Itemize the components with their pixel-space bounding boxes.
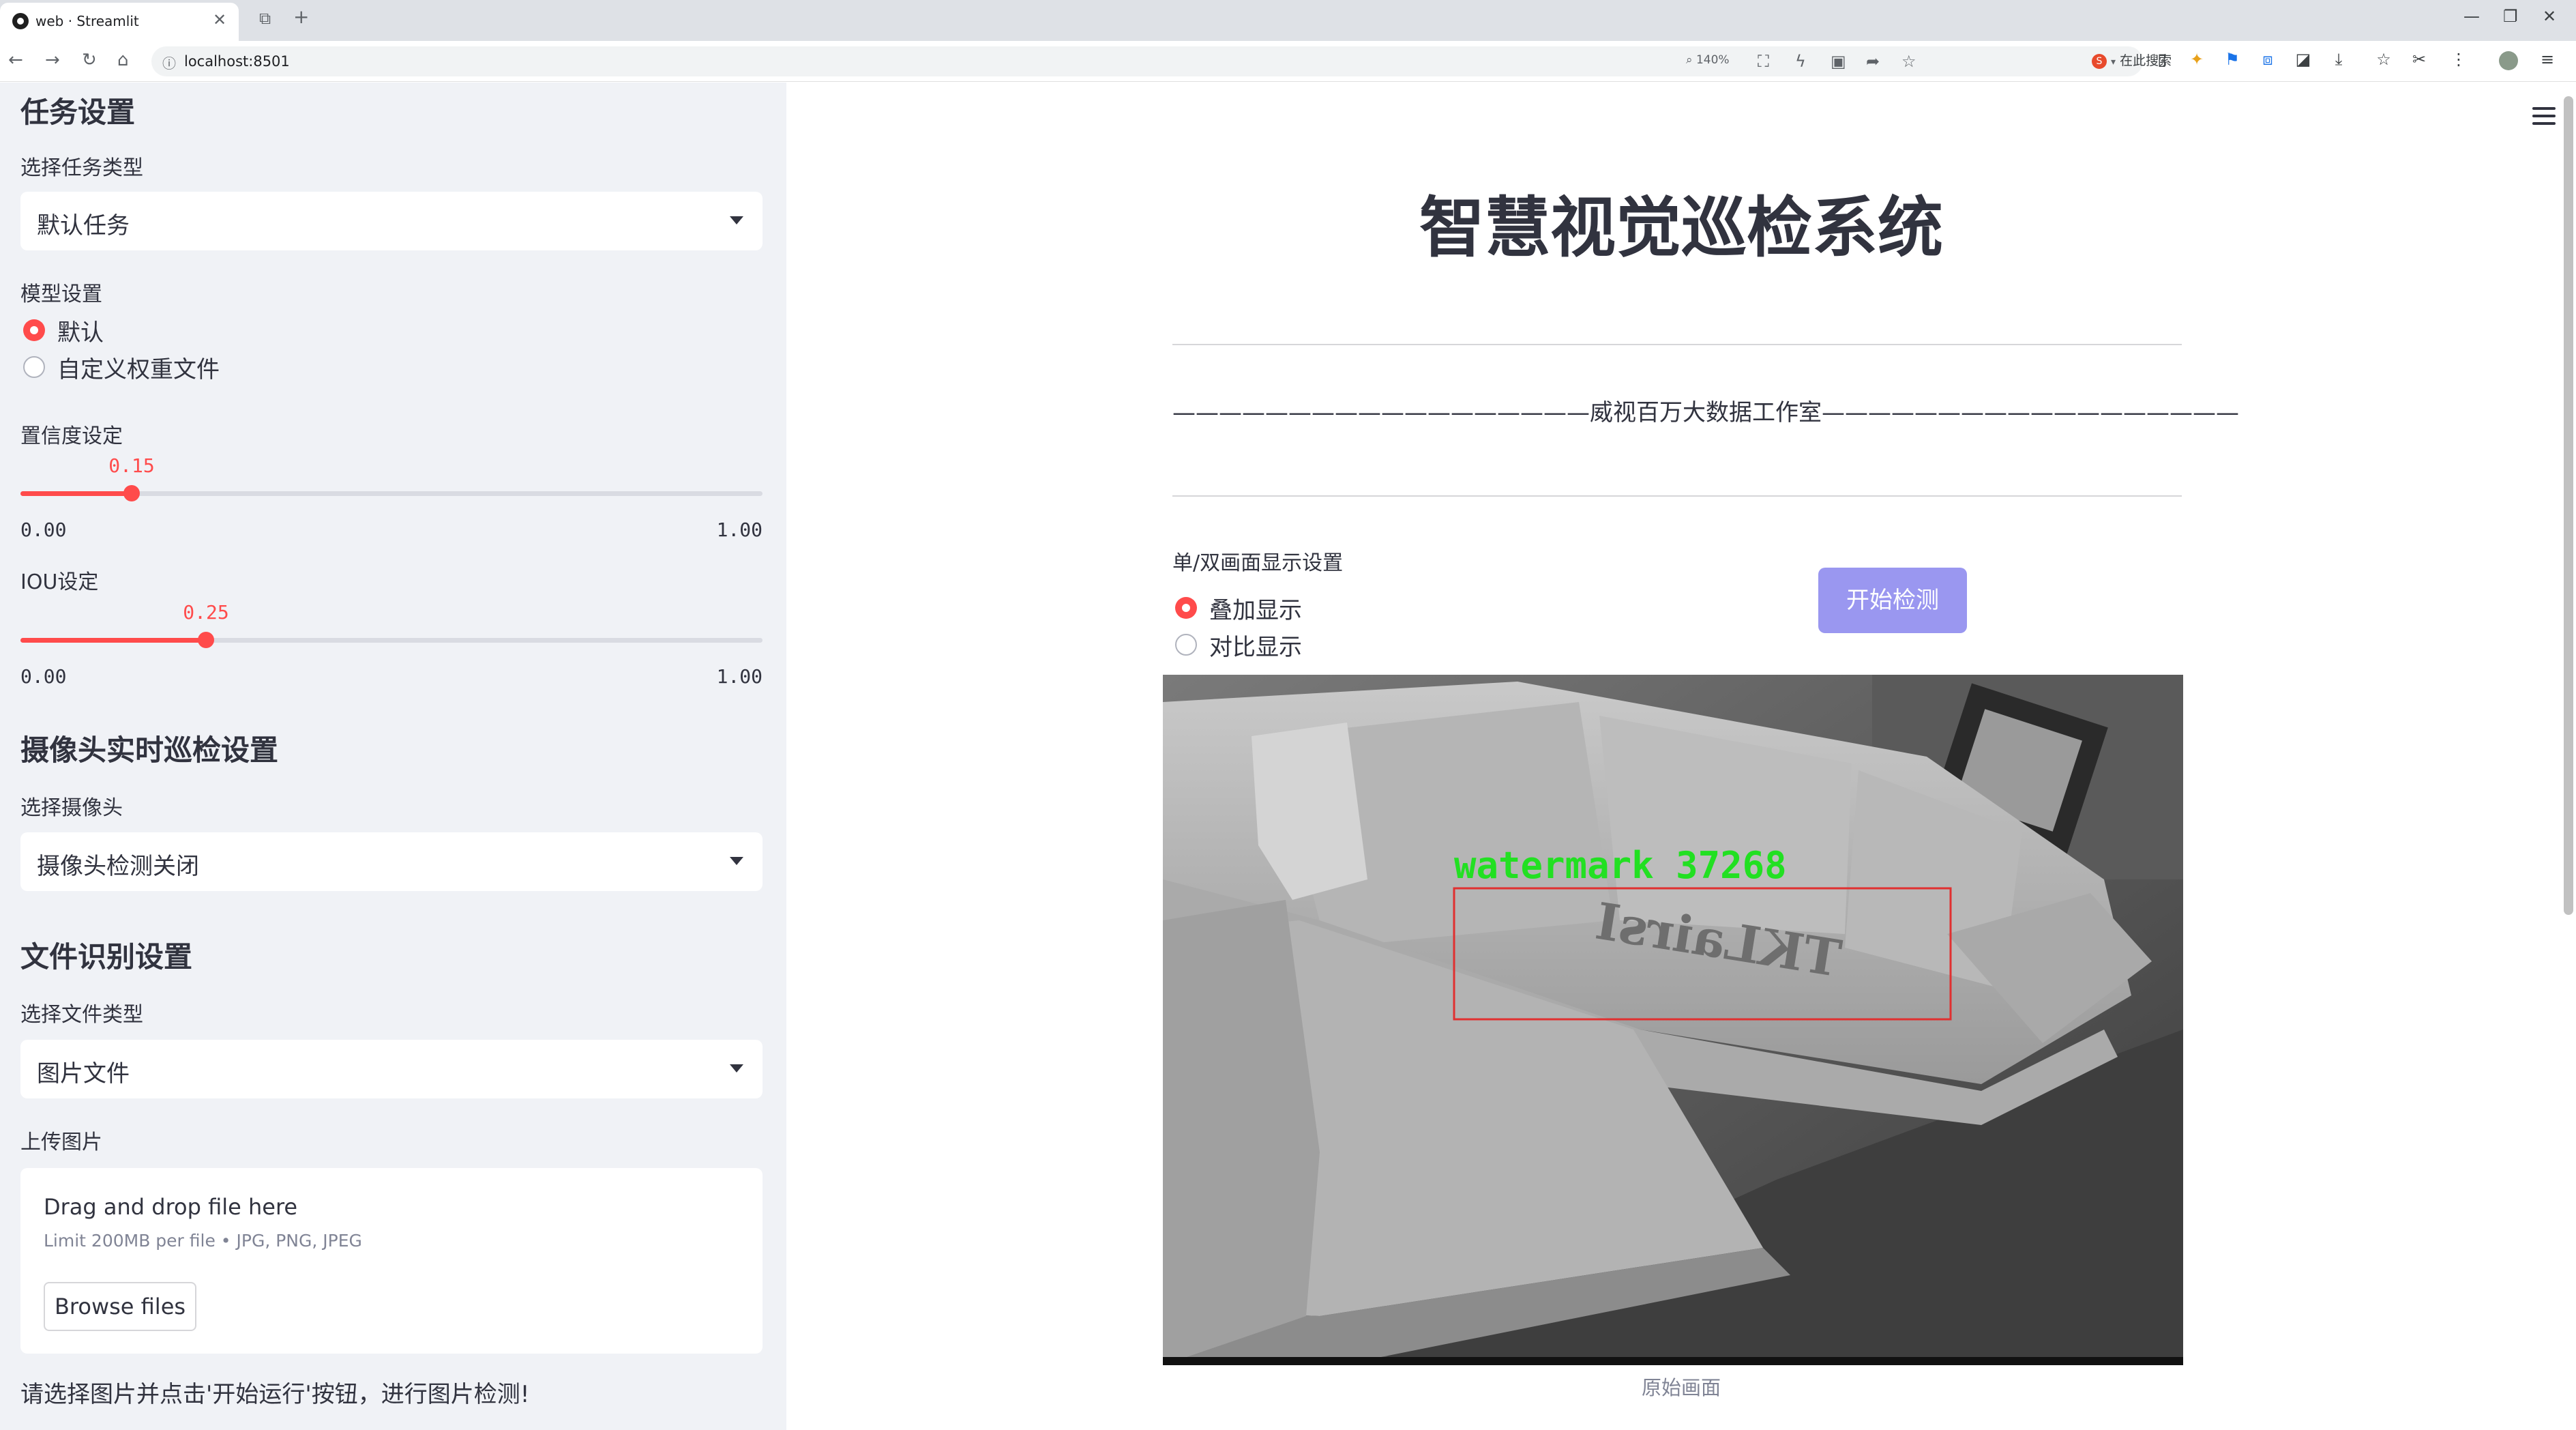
tab-search-icon[interactable]: ⧉ — [259, 9, 271, 28]
display-option-compare[interactable]: 对比显示 — [1175, 630, 1302, 661]
image-caption: 原始画面 — [1641, 1376, 1721, 1399]
reading-mode-icon[interactable]: ▯ — [2152, 50, 2172, 70]
tab-title: web · Streamlit — [35, 13, 139, 29]
home-icon[interactable]: ⌂ — [117, 50, 129, 70]
bookmark-star-icon[interactable]: ☆ — [1901, 52, 1916, 71]
chevron-down-icon — [730, 857, 743, 865]
slider-max: 1.00 — [716, 519, 763, 541]
model-option-label: 默认 — [57, 319, 104, 347]
chevron-down-icon: ▾ — [2111, 57, 2116, 68]
browser-toolbar: ← → ↻ ⌂ ⓘ localhost:8501 ⌕ 140% ⛶ ϟ ▣ ➦ … — [0, 41, 2576, 82]
start-detection-button[interactable]: 开始检测 — [1818, 568, 1967, 633]
radio-selected-icon[interactable] — [23, 319, 45, 341]
translate-icon[interactable]: ⛶ — [1758, 52, 1769, 71]
model-option-default[interactable]: 默认 — [23, 315, 104, 347]
camera-select[interactable]: 摄像头检测关闭 — [20, 832, 763, 891]
radio-unselected-icon[interactable] — [1175, 634, 1197, 656]
slider-max: 1.00 — [716, 665, 763, 688]
new-tab-icon[interactable]: + — [293, 5, 309, 28]
zoom-value: 140% — [1696, 53, 1730, 67]
favorites-icon[interactable]: ☆ — [2373, 50, 2394, 70]
detection-label: watermark 37268 — [1454, 844, 1787, 887]
sofa-photo: TKLairsI watermark 37268 — [1163, 675, 2183, 1365]
slider-thumb[interactable] — [123, 485, 140, 501]
detection-image: TKLairsI watermark 37268 — [1163, 675, 2183, 1365]
slider-min: 0.00 — [20, 519, 67, 541]
search-engine-icon: S — [2092, 53, 2107, 69]
radio-unselected-icon[interactable] — [23, 356, 45, 378]
slider-value: 0.25 — [183, 601, 229, 624]
close-tab-icon[interactable]: ✕ — [213, 10, 226, 29]
screenshot-icon[interactable]: ▣ — [1831, 52, 1846, 71]
iou-slider[interactable]: 0.25 0.00 1.00 — [20, 601, 763, 688]
extension-icon[interactable]: ✦ — [2187, 50, 2207, 70]
browse-files-button[interactable]: Browse files — [44, 1282, 196, 1331]
site-info-icon[interactable]: ⓘ — [162, 53, 176, 72]
camera-value: 摄像头检测关闭 — [37, 853, 199, 880]
camera-select-label: 选择摄像头 — [20, 796, 123, 820]
restore-window-icon[interactable]: ❐ — [2503, 7, 2518, 26]
main-content: 智慧视觉巡检系统 ——————————————————威视百万大数据工作室———… — [786, 83, 2576, 1430]
chevron-down-icon — [730, 216, 743, 224]
scissors-icon[interactable]: ✂ — [2409, 50, 2429, 70]
lightning-icon[interactable]: ϟ — [1795, 52, 1806, 71]
sidebar-instruction: 请选择图片并点击'开始运行'按钮，进行图片检测! — [20, 1381, 530, 1408]
profile-avatar[interactable] — [2499, 51, 2518, 70]
url-text[interactable]: localhost:8501 — [184, 53, 290, 70]
dropzone-limit: Limit 200MB per file • JPG, PNG, JPEG — [44, 1231, 362, 1251]
zoom-level[interactable]: ⌕ 140% — [1686, 53, 1730, 67]
task-type-label: 选择任务类型 — [20, 156, 143, 180]
display-option-label: 对比显示 — [1209, 633, 1302, 661]
page-title: 智慧视觉巡检系统 — [1419, 190, 1943, 266]
reload-icon[interactable]: ↻ — [82, 50, 97, 70]
file-type-value: 图片文件 — [37, 1060, 130, 1088]
file-settings-heading: 文件识别设置 — [20, 940, 193, 974]
display-option-label: 叠加显示 — [1209, 596, 1302, 624]
browser-tab[interactable]: web · Streamlit ✕ — [0, 3, 239, 41]
extension-dark-icon[interactable]: ◪ — [2293, 50, 2313, 70]
divider — [1172, 495, 2182, 497]
task-type-value: 默认任务 — [37, 212, 130, 239]
forward-icon[interactable]: → — [45, 50, 60, 70]
camera-settings-heading: 摄像头实时巡检设置 — [20, 733, 279, 767]
studio-line: ——————————————————威视百万大数据工作室————————————… — [1172, 399, 2239, 426]
confidence-slider[interactable]: 0.15 0.00 1.00 — [20, 454, 763, 541]
model-option-label: 自定义权重文件 — [57, 355, 220, 383]
divider — [1172, 344, 2182, 345]
chevron-down-icon — [730, 1064, 743, 1072]
download-icon[interactable]: ⤓ — [2328, 50, 2349, 70]
main-menu-icon[interactable] — [2532, 107, 2556, 125]
task-settings-heading: 任务设置 — [20, 96, 136, 129]
slider-fill — [20, 638, 206, 643]
confidence-label: 置信度设定 — [20, 424, 123, 448]
browser-tab-bar: web · Streamlit ✕ ⧉ + — ❐ ✕ — [0, 0, 2576, 41]
extension-translate-icon[interactable]: ⚑ — [2222, 50, 2242, 70]
file-type-label: 选择文件类型 — [20, 1003, 143, 1027]
extension-puzzle-icon[interactable]: ⧈ — [2257, 50, 2278, 70]
close-window-icon[interactable]: ✕ — [2543, 7, 2556, 26]
address-bar[interactable]: ⓘ localhost:8501 ⌕ 140% ⛶ ϟ ▣ ➦ ☆ S ▾ 在此… — [151, 46, 2172, 76]
radio-selected-icon[interactable] — [1175, 597, 1197, 619]
minimize-window-icon[interactable]: — — [2463, 7, 2480, 26]
slider-thumb[interactable] — [198, 632, 214, 648]
upload-label: 上传图片 — [20, 1130, 102, 1154]
slider-min: 0.00 — [20, 665, 67, 688]
share-icon[interactable]: ➦ — [1866, 52, 1880, 71]
file-type-select[interactable]: 图片文件 — [20, 1040, 763, 1098]
dropzone-text: Drag and drop file here — [44, 1194, 298, 1220]
slider-fill — [20, 491, 132, 496]
iou-label: IOU设定 — [20, 570, 99, 594]
back-icon[interactable]: ← — [8, 50, 23, 70]
display-option-overlay[interactable]: 叠加显示 — [1175, 593, 1302, 624]
streamlit-favicon-icon — [12, 13, 29, 29]
browser-menu-icon[interactable]: ≡ — [2537, 50, 2558, 70]
file-dropzone[interactable]: Drag and drop file here Limit 200MB per … — [20, 1168, 763, 1354]
slider-value: 0.15 — [108, 454, 155, 477]
model-settings-label: 模型设置 — [20, 282, 102, 306]
more-menu-icon[interactable]: ⋮ — [2448, 50, 2469, 70]
sidebar: 任务设置 选择任务类型 默认任务 模型设置 默认 自定义权重文件 置信度设定 0… — [0, 83, 786, 1430]
model-option-custom[interactable]: 自定义权重文件 — [23, 352, 220, 383]
task-type-select[interactable]: 默认任务 — [20, 192, 763, 250]
display-mode-label: 单/双画面显示设置 — [1172, 551, 1344, 575]
